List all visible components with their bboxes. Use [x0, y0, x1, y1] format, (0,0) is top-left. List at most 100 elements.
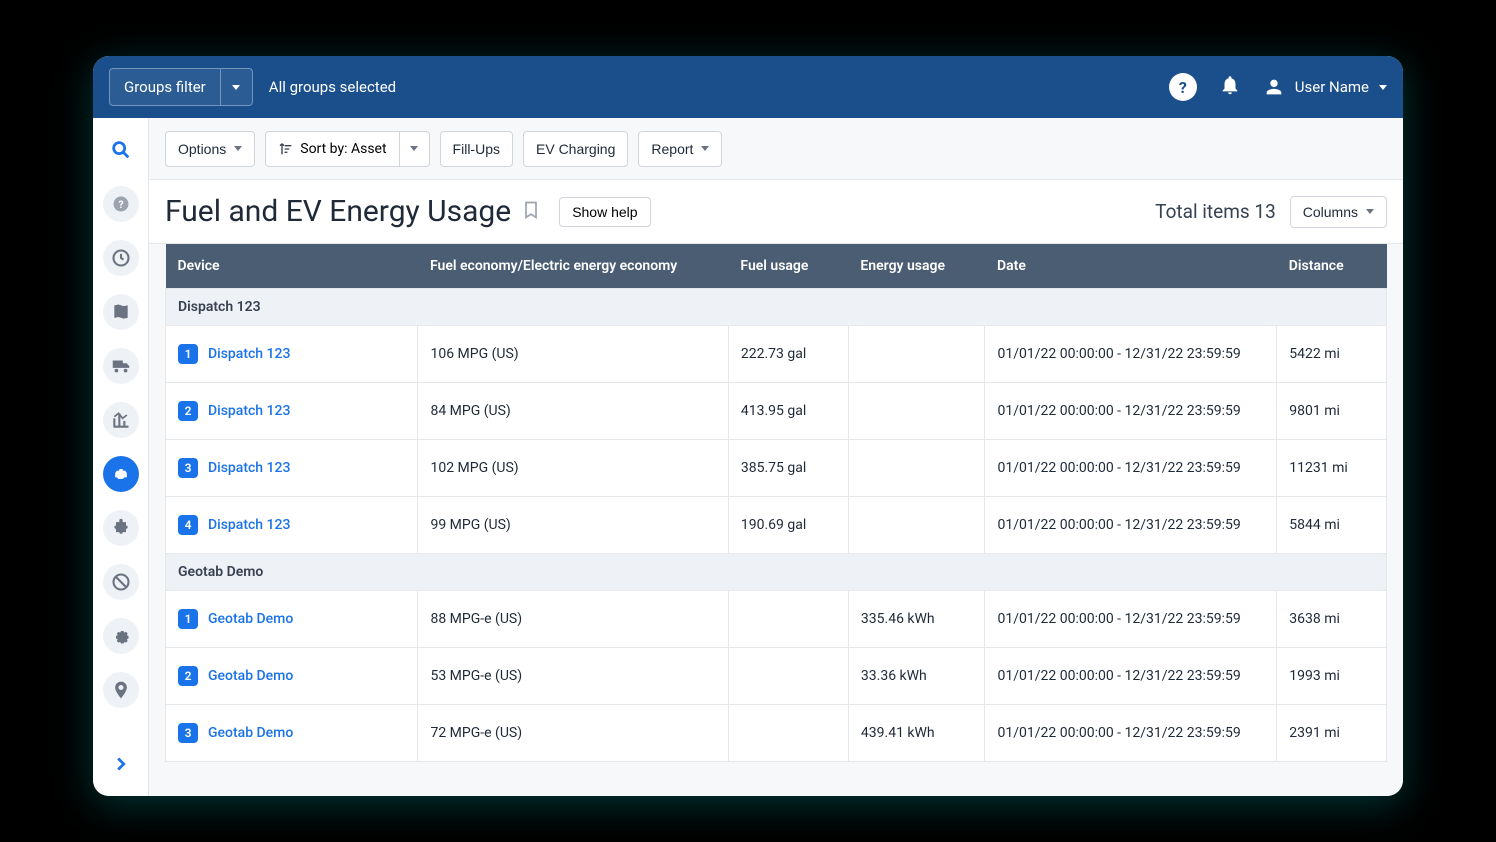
sort-by-button[interactable]: Sort by: Asset [265, 131, 429, 167]
device-link[interactable]: Dispatch 123 [208, 517, 290, 533]
table-row[interactable]: 1 Geotab Demo 88 MPG-e (US) 335.46 kWh01/01… [166, 591, 1387, 648]
options-button[interactable]: Options [165, 131, 255, 167]
fill-ups-button[interactable]: Fill-Ups [440, 131, 513, 167]
device-cell: 1 Geotab Demo [178, 609, 405, 629]
cell-date: 01/01/22 00:00:00 - 12/31/22 23:59:59 [985, 648, 1277, 705]
row-badge: 1 [178, 609, 198, 629]
chevron-down-icon [701, 146, 709, 151]
cell-economy: 88 MPG-e (US) [418, 591, 728, 648]
cell-energy [848, 326, 985, 383]
group-header-row[interactable]: Dispatch 123 [166, 289, 1387, 326]
cell-date: 01/01/22 00:00:00 - 12/31/22 23:59:59 [985, 591, 1277, 648]
report-label: Report [651, 141, 693, 157]
ev-charging-button[interactable]: EV Charging [523, 131, 628, 167]
col-date[interactable]: Date [985, 244, 1277, 289]
expand-rail-icon[interactable] [103, 746, 139, 782]
fill-ups-label: Fill-Ups [453, 141, 500, 157]
table-row[interactable]: 2Geotab Demo53 MPG-e (US)33.36 kWh01/01/… [166, 648, 1387, 705]
report-button[interactable]: Report [638, 131, 722, 167]
block-icon[interactable] [103, 564, 139, 600]
device-cell: 2 Dispatch 123 [178, 401, 405, 421]
cell-energy: 33.36 kWh [848, 648, 985, 705]
device-cell: 4 Dispatch 123 [178, 515, 405, 535]
cell-distance: 2391 mi [1277, 705, 1387, 762]
cell-energy: 335.46 kWh [848, 591, 985, 648]
cell-date: 01/01/22 00:00:00 - 12/31/22 23:59:59 [985, 705, 1277, 762]
table-row[interactable]: 1 Dispatch 123 106 MPG (US)222.73 gal 01/01… [166, 326, 1387, 383]
topbar: Groups filter All groups selected ? User… [93, 56, 1403, 118]
cell-distance: 9801 mi [1277, 383, 1387, 440]
sort-by-label: Sort by: Asset [300, 141, 386, 157]
cell-economy: 102 MPG (US) [418, 440, 728, 497]
clock-icon[interactable] [103, 240, 139, 276]
groups-selected-text: All groups selected [269, 78, 396, 96]
show-help-button[interactable]: Show help [559, 197, 650, 227]
cell-fuel: 222.73 gal [728, 326, 848, 383]
cell-distance: 3638 mi [1277, 591, 1387, 648]
help-icon[interactable]: ? [1169, 73, 1197, 101]
truck-icon[interactable] [103, 348, 139, 384]
device-link[interactable]: Geotab Demo [208, 611, 293, 627]
table-row[interactable]: 4Dispatch 12399 MPG (US)190.69 gal01/01/… [166, 497, 1387, 554]
device-cell: 2 Geotab Demo [178, 666, 405, 686]
row-badge: 3 [178, 723, 198, 743]
engine-icon[interactable] [103, 456, 139, 492]
table-row[interactable]: 2Dispatch 12384 MPG (US)413.95 gal01/01/… [166, 383, 1387, 440]
user-menu[interactable]: User Name [1263, 76, 1387, 98]
col-energy[interactable]: Energy usage [848, 244, 985, 289]
col-fuel[interactable]: Fuel usage [728, 244, 848, 289]
device-cell: 1 Dispatch 123 [178, 344, 405, 364]
device-link[interactable]: Geotab Demo [208, 668, 293, 684]
bookmark-icon[interactable] [521, 198, 541, 226]
page-header: Fuel and EV Energy Usage Show help Total… [149, 180, 1403, 244]
total-items-text: Total items 13 [1155, 200, 1276, 223]
row-badge: 2 [178, 401, 198, 421]
cell-distance: 1993 mi [1277, 648, 1387, 705]
usage-table: Device Fuel economy/Electric energy econ… [165, 244, 1387, 762]
cell-fuel: 413.95 gal [728, 383, 848, 440]
columns-button[interactable]: Columns [1290, 196, 1387, 228]
table-wrap: Device Fuel economy/Electric energy econ… [149, 244, 1403, 762]
map-shield-icon[interactable] [103, 294, 139, 330]
row-badge: 3 [178, 458, 198, 478]
puzzle-icon[interactable] [103, 510, 139, 546]
table-row[interactable]: 3Dispatch 123102 MPG (US)385.75 gal01/01… [166, 440, 1387, 497]
chevron-down-icon [234, 146, 242, 151]
main: Options Sort by: Asset Fill-Ups EV Charg… [149, 118, 1403, 796]
pin-icon[interactable] [103, 672, 139, 708]
cell-date: 01/01/22 00:00:00 - 12/31/22 23:59:59 [985, 497, 1277, 554]
cell-economy: 72 MPG-e (US) [418, 705, 728, 762]
device-link[interactable]: Geotab Demo [208, 725, 293, 741]
cell-fuel [728, 705, 848, 762]
cell-energy [848, 497, 985, 554]
search-icon[interactable] [103, 132, 139, 168]
table-row[interactable]: 3Geotab Demo72 MPG-e (US)439.41 kWh01/01… [166, 705, 1387, 762]
cell-fuel: 385.75 gal [728, 440, 848, 497]
groups-filter-dropdown[interactable]: Groups filter [109, 68, 253, 106]
row-badge: 1 [178, 344, 198, 364]
cell-distance: 5844 mi [1277, 497, 1387, 554]
cell-energy [848, 383, 985, 440]
row-badge: 2 [178, 666, 198, 686]
device-link[interactable]: Dispatch 123 [208, 403, 290, 419]
left-rail: ? [93, 118, 149, 796]
page-title: Fuel and EV Energy Usage [165, 194, 511, 229]
settings-icon[interactable] [103, 618, 139, 654]
device-link[interactable]: Dispatch 123 [208, 460, 290, 476]
col-device[interactable]: Device [166, 244, 418, 289]
group-name: Geotab Demo [166, 554, 1387, 591]
notifications-icon[interactable] [1219, 74, 1241, 100]
row-badge: 4 [178, 515, 198, 535]
device-link[interactable]: Dispatch 123 [208, 346, 290, 362]
sort-by-caret[interactable] [400, 131, 430, 167]
chart-icon[interactable] [103, 402, 139, 438]
cell-energy [848, 440, 985, 497]
col-economy[interactable]: Fuel economy/Electric energy economy [418, 244, 728, 289]
table-header-row: Device Fuel economy/Electric energy econ… [166, 244, 1387, 289]
ev-charging-label: EV Charging [536, 141, 615, 157]
help-nav-icon[interactable]: ? [103, 186, 139, 222]
cell-date: 01/01/22 00:00:00 - 12/31/22 23:59:59 [985, 326, 1277, 383]
group-header-row[interactable]: Geotab Demo [166, 554, 1387, 591]
cell-economy: 106 MPG (US) [418, 326, 728, 383]
col-distance[interactable]: Distance [1277, 244, 1387, 289]
